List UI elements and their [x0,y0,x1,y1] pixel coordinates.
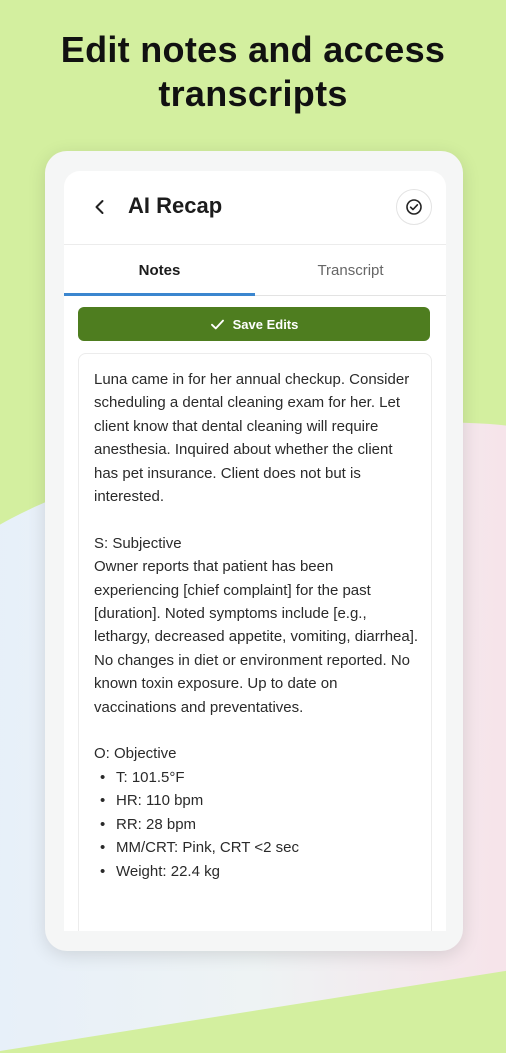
list-item: Weight: 22.4 kg [94,860,419,884]
notes-intro: Luna came in for her annual checkup. Con… [94,371,410,506]
subjective-text: Owner reports that patient has been expe… [94,558,419,716]
list-item: T: 101.5°F [94,766,419,790]
check-circle-icon [406,199,422,215]
objective-list: T: 101.5°F HR: 110 bpm RR: 28 bpm MM/CRT… [94,766,419,883]
list-item: RR: 28 bpm [94,813,419,837]
back-button[interactable] [84,191,116,223]
tab-transcript[interactable]: Transcript [255,245,446,295]
tab-bar: Notes Transcript [64,244,446,296]
save-edits-label: Save Edits [232,316,299,332]
chevron-left-icon [95,200,104,214]
notes-content[interactable]: Luna came in for her annual checkup. Con… [94,368,419,883]
notes-editor[interactable]: Luna came in for her annual checkup. Con… [78,353,432,931]
headline: Edit notes and access transcripts [60,29,446,114]
save-edits-button[interactable]: Save Edits [78,307,430,341]
page-title: AI Recap [128,193,223,218]
list-item: MM/CRT: Pink, CRT <2 sec [94,836,419,860]
confirm-button[interactable] [396,189,432,225]
subjective-heading: S: Subjective [94,534,182,552]
check-icon [210,319,224,329]
app-bar: AI Recap [64,171,446,243]
tab-notes[interactable]: Notes [64,245,255,296]
list-item: HR: 110 bpm [94,789,419,813]
objective-heading: O: Objective [94,745,177,763]
app-screen: AI Recap Notes Transcript Save Edits Lun… [64,171,446,931]
